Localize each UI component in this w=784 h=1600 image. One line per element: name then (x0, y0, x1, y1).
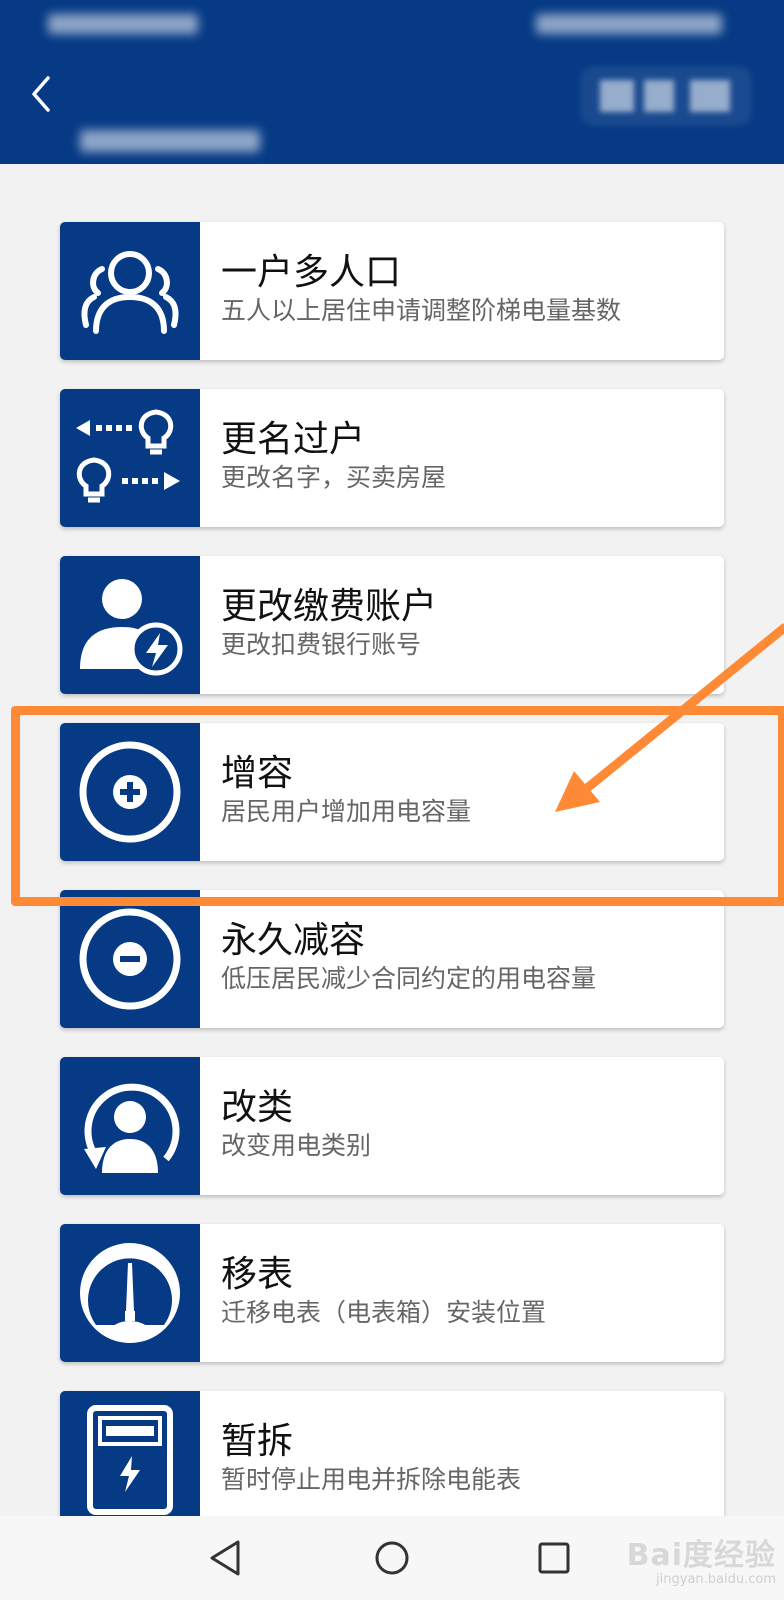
service-description: 更改名字，买卖房屋 (221, 463, 447, 492)
service-item-multi-person[interactable]: 一户多人口 五人以上居住申请调整阶梯电量基数 (60, 222, 724, 360)
minus-circle-icon (79, 908, 181, 1010)
service-icon-box (60, 222, 200, 360)
watermark-url-text: jingyan.baidu.com (656, 1572, 776, 1587)
back-button[interactable] (28, 72, 58, 116)
service-title: 暂拆 (221, 1421, 294, 1462)
top-app-bar (0, 0, 784, 164)
chevron-left-icon (32, 76, 50, 112)
bulb-transfer-icon (76, 409, 180, 503)
service-item-change-category[interactable]: 改类 改变用电类别 (60, 1057, 724, 1195)
service-title: 移表 (221, 1254, 294, 1295)
people-group-icon (81, 251, 179, 334)
nav-recent-apps-button[interactable] (526, 1530, 582, 1586)
service-item-temporary-removal[interactable]: 暂拆 暂时停止用电并拆除电能表 (60, 1391, 724, 1529)
user-lightning-icon (80, 579, 183, 676)
service-item-change-payment-account[interactable]: 更改缴费账户 更改扣费银行账号 (60, 556, 724, 694)
square-recent-icon (538, 1542, 570, 1574)
service-item-capacity-increase[interactable]: 增容 居民用户增加用电容量 (60, 723, 724, 861)
status-bar-left-blurred (48, 14, 198, 34)
service-title: 增容 (221, 753, 294, 794)
status-bar-right-blurred (536, 14, 722, 34)
service-description: 迁移电表（电表箱）安装位置 (221, 1298, 547, 1327)
service-icon-box (60, 890, 200, 1028)
service-icon-box (60, 389, 200, 527)
service-icon-box (60, 723, 200, 861)
service-item-relocate-meter[interactable]: 移表 迁移电表（电表箱）安装位置 (60, 1224, 724, 1362)
watermark: Bai度经验 jingyan.baidu.com (600, 1510, 784, 1600)
service-title: 一户多人口 (221, 252, 402, 293)
service-icon-box (60, 1224, 200, 1362)
service-title: 更名过户 (221, 419, 366, 460)
service-description: 改变用电类别 (221, 1131, 372, 1160)
triangle-back-icon (210, 1540, 240, 1576)
service-description: 居民用户增加用电容量 (221, 797, 472, 826)
plus-circle-icon (79, 741, 181, 843)
service-description: 更改扣费银行账号 (221, 630, 422, 659)
gauge-icon (80, 1243, 180, 1343)
service-icon-box (60, 556, 200, 694)
service-title: 永久减容 (221, 920, 366, 961)
service-item-rename-transfer[interactable]: 更名过户 更改名字，买卖房屋 (60, 389, 724, 527)
circle-home-icon (375, 1541, 409, 1575)
service-description: 五人以上居住申请调整阶梯电量基数 (221, 296, 622, 325)
service-icon-box (60, 1391, 200, 1529)
nav-home-button[interactable] (364, 1530, 420, 1586)
service-description: 低压居民减少合同约定的用电容量 (221, 964, 597, 993)
service-title: 改类 (221, 1087, 294, 1128)
nav-back-button[interactable] (200, 1530, 256, 1586)
service-item-permanent-capacity-reduction[interactable]: 永久减容 低压居民减少合同约定的用电容量 (60, 890, 724, 1028)
meter-box-icon (87, 1405, 173, 1515)
header-action-button-blurred[interactable] (580, 66, 752, 126)
watermark-main-text: Bai度经验 (626, 1538, 776, 1573)
service-description: 暂时停止用电并拆除电能表 (221, 1465, 522, 1494)
service-title: 更改缴费账户 (221, 586, 438, 627)
user-rotate-icon (84, 1083, 180, 1173)
service-icon-box (60, 1057, 200, 1195)
subtitle-blurred (80, 130, 260, 152)
